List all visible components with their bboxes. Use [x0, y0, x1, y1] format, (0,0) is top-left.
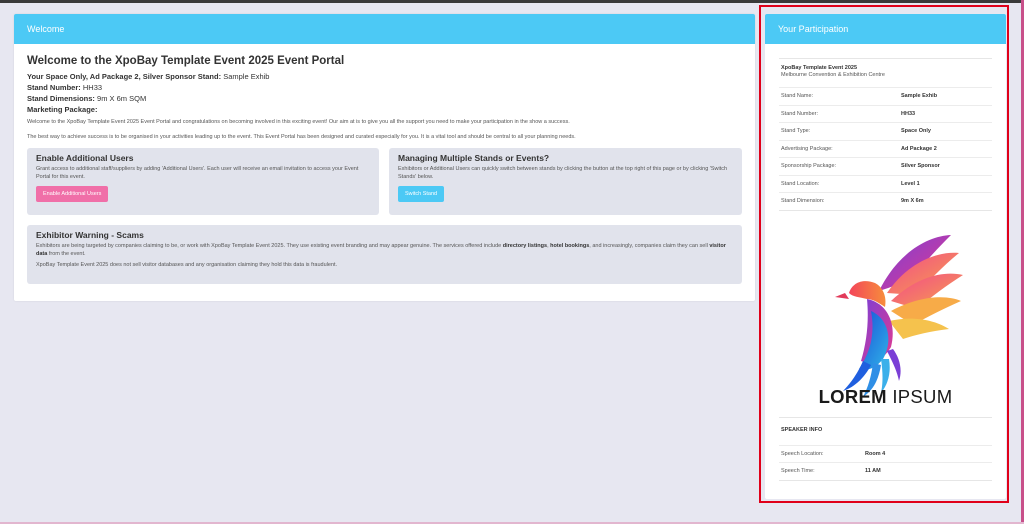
space-info: Your Space Only, Ad Package 2, Silver Sp… [27, 71, 742, 82]
multiple-stands-text: Exhibitors or Additional Users can quick… [398, 166, 728, 180]
hotel-bookings-text: hotel bookings [550, 243, 590, 249]
participation-highlight-box [759, 5, 1009, 503]
enable-additional-users-button[interactable]: Enable Additional Users [36, 186, 109, 202]
welcome-paragraph: Welcome to the XpoBay Template Event 202… [27, 119, 570, 125]
multiple-stands-title: Managing Multiple Stands or Events? [398, 153, 550, 163]
additional-users-text: Grant access to additional staff/supplie… [36, 166, 359, 180]
space-info-label: Your Space Only, Ad Package 2, Silver Sp… [27, 72, 222, 81]
stand-dimensions-value: 9m X 6m SQM [97, 94, 147, 103]
directory-listings-text: directory listings [502, 243, 548, 249]
page-title: Welcome to the XpoBay Template Event 202… [27, 55, 345, 67]
stand-number-info: Stand Number: HH33 [27, 82, 742, 93]
success-paragraph: The best way to achieve success is to be… [27, 134, 576, 140]
scam-warning-title: Exhibitor Warning - Scams [36, 230, 144, 240]
stand-dimensions-label: Stand Dimensions: [27, 94, 95, 103]
additional-users-title: Enable Additional Users [36, 153, 134, 163]
welcome-body: Welcome to the XpoBay Template Event 202… [14, 44, 755, 141]
scam-warning-text: Exhibitors are being targeted by compani… [36, 243, 726, 257]
marketing-package-label: Marketing Package: [27, 105, 98, 114]
additional-users-panel: Enable Additional Users Grant access to … [27, 148, 379, 215]
stand-number-label: Stand Number: [27, 83, 81, 92]
multiple-stands-panel: Managing Multiple Stands or Events? Exhi… [389, 148, 742, 215]
welcome-card: Welcome Welcome to the XpoBay Template E… [14, 14, 755, 301]
scam-warning-note: XpoBay Template Event 2025 does not sell… [36, 262, 338, 268]
space-info-value: Sample Exhib [223, 72, 270, 81]
switch-stand-button[interactable]: Switch Stand [398, 186, 445, 202]
top-bar [0, 0, 1024, 3]
stand-dimensions-info: Stand Dimensions: 9m X 6m SQM [27, 93, 742, 104]
scam-warning-panel: Exhibitor Warning - Scams Exhibitors are… [27, 225, 742, 284]
welcome-card-header: Welcome [14, 14, 755, 44]
stand-number-value: HH33 [82, 83, 103, 92]
